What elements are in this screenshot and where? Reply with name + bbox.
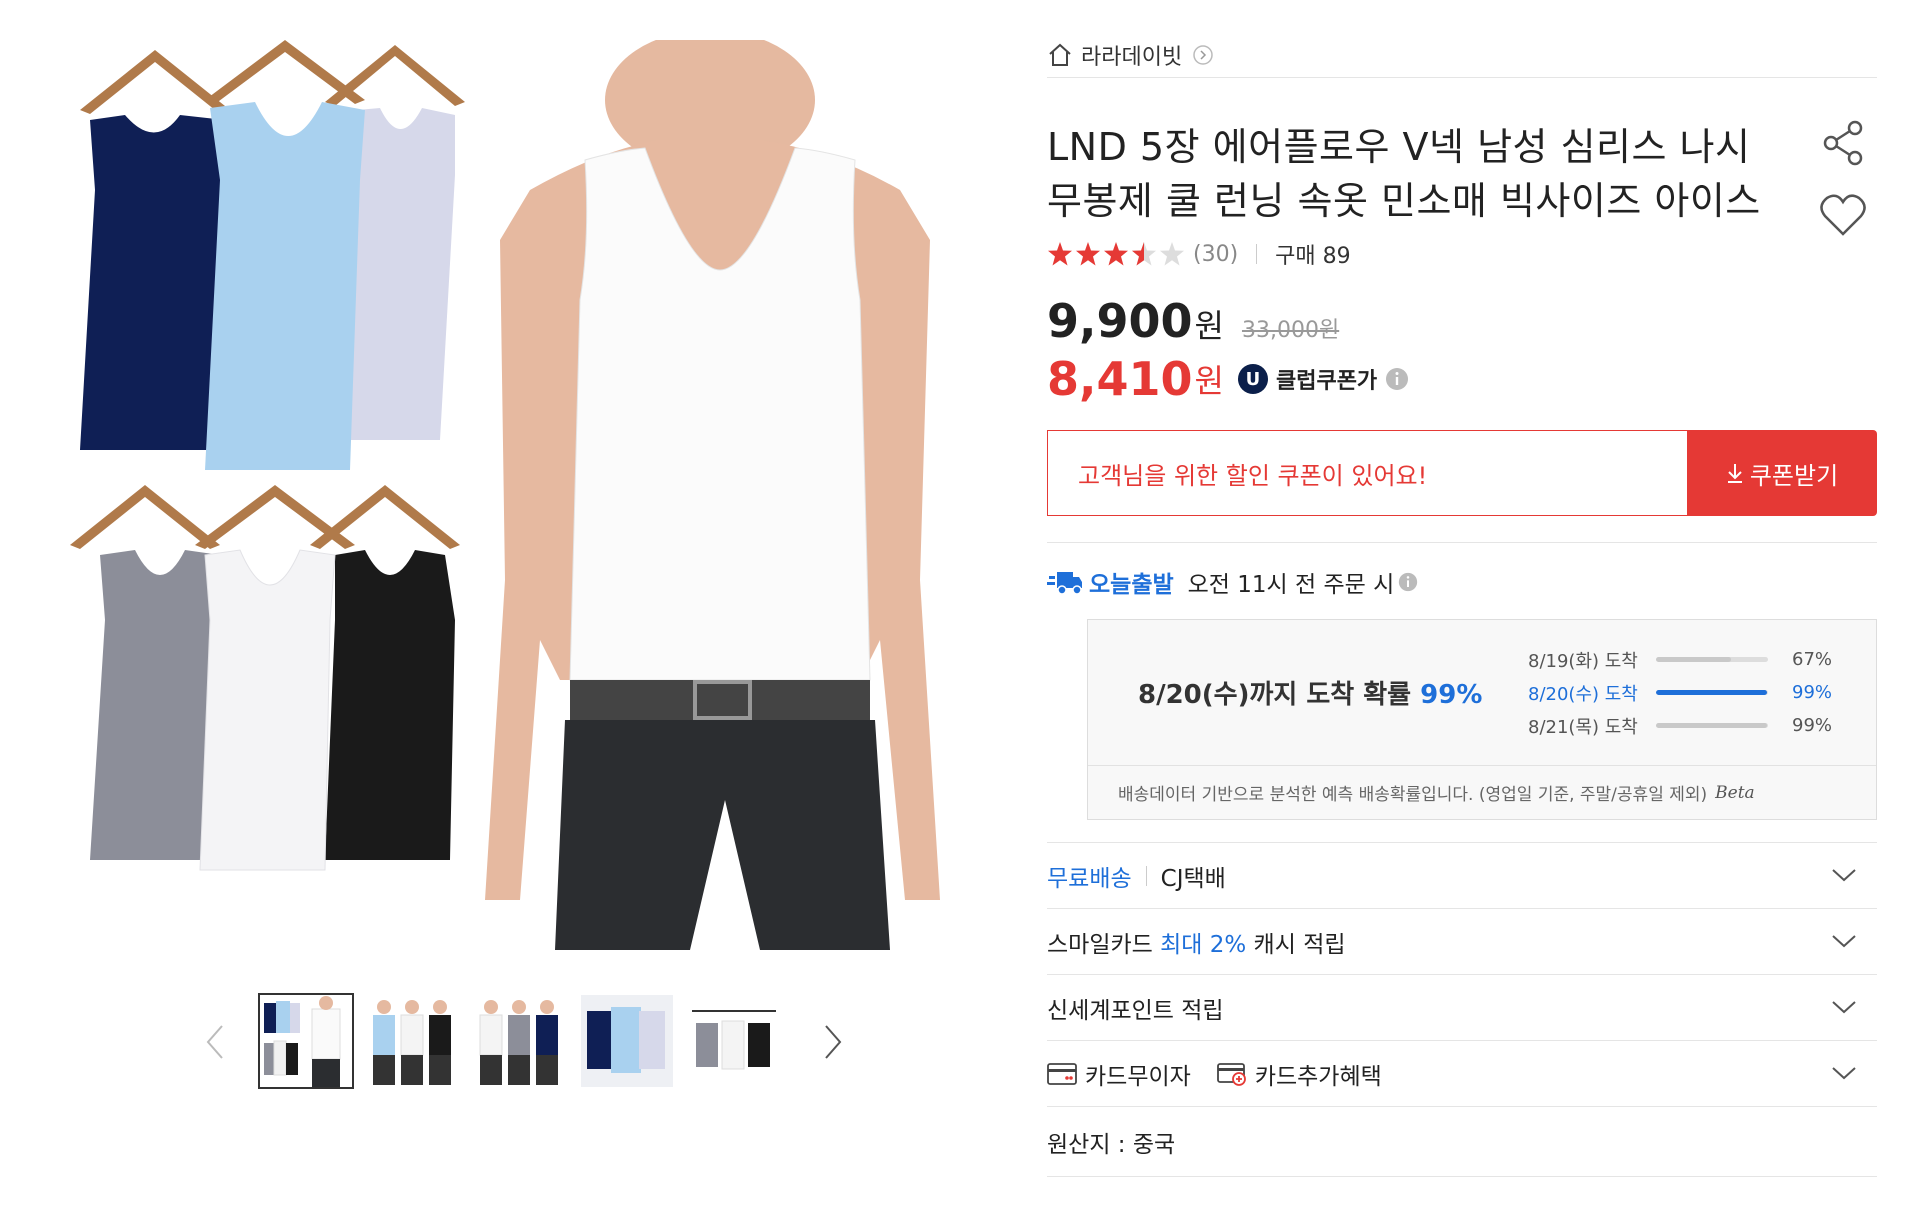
card-plus-icon bbox=[1216, 1062, 1246, 1086]
probability-note: 배송데이터 기반으로 분석한 예측 배송확률입니다. (영업일 기준, 주말/공… bbox=[1088, 765, 1876, 819]
separator bbox=[1256, 244, 1258, 264]
coupon-price-row: 8,410 원 U 클럽쿠폰가 bbox=[1047, 352, 1877, 406]
probability-bar bbox=[1656, 690, 1768, 695]
club-coupon-price-unit: 원 bbox=[1194, 362, 1224, 400]
download-icon bbox=[1727, 464, 1742, 483]
probability-headline: 8/20(수)까지 도착 확률 99% bbox=[1138, 674, 1528, 711]
probability-bar-fill bbox=[1656, 657, 1732, 662]
separator bbox=[1145, 865, 1147, 886]
store-name: 라라데이빗 bbox=[1081, 44, 1183, 70]
thumbnail[interactable] bbox=[474, 995, 566, 1087]
probability-date: 8/19(화) 도착 bbox=[1528, 650, 1638, 672]
coupon-banner: 고객님을 위한 할인 쿠폰이 있어요! 쿠폰받기 bbox=[1047, 430, 1877, 516]
thumbnail[interactable] bbox=[581, 995, 673, 1087]
smile-card-row[interactable]: 스마일카드 최대 2% 캐시 적립 bbox=[1047, 909, 1877, 975]
country-of-origin: 원산지 : 중국 bbox=[1047, 1107, 1877, 1177]
sale-price-unit: 원 bbox=[1194, 307, 1224, 345]
thumbnail[interactable] bbox=[258, 993, 354, 1089]
star-full-icon bbox=[1104, 242, 1128, 266]
next-image-arrow[interactable] bbox=[818, 1022, 848, 1062]
review-count-link[interactable]: (30) bbox=[1193, 242, 1238, 267]
price-row: 9,900 원 33,000원 bbox=[1047, 294, 1877, 348]
thumbnail-image bbox=[260, 995, 352, 1087]
probability-date: 8/21(목) 도착 bbox=[1528, 716, 1638, 738]
product-info-panel: 라라데이빗 LND 5장 에어플로우 V넥 남성 심리스 나시 무봉제 쿨 런닝… bbox=[1047, 40, 1877, 1177]
star-half-icon bbox=[1132, 242, 1156, 266]
probability-value: 67% bbox=[1792, 649, 1833, 670]
shipping-row[interactable]: 무료배송 CJ택배 bbox=[1047, 843, 1877, 909]
probability-row: 8/19(화) 도착 67% bbox=[1528, 643, 1846, 676]
divider bbox=[1047, 542, 1877, 543]
today-dispatch-label: 오늘출발 bbox=[1089, 572, 1174, 598]
chevron-down-icon bbox=[1832, 1001, 1856, 1014]
star-full-icon bbox=[1048, 242, 1072, 266]
sale-price: 9,900 bbox=[1047, 294, 1193, 348]
product-photo bbox=[70, 40, 940, 950]
original-price: 33,000원 bbox=[1241, 318, 1340, 343]
courier-name: CJ택배 bbox=[1160, 865, 1226, 892]
smile-card-suffix: 캐시 적립 bbox=[1246, 931, 1346, 958]
probability-bar bbox=[1656, 723, 1768, 728]
chevron-down-icon bbox=[1832, 935, 1856, 948]
thumbnail-image bbox=[367, 995, 459, 1087]
club-coupon-label: 클럽쿠폰가 bbox=[1275, 369, 1378, 394]
star-full-icon bbox=[1076, 242, 1100, 266]
thumbnail[interactable] bbox=[688, 995, 780, 1087]
star-rating bbox=[1047, 241, 1187, 267]
product-title: LND 5장 에어플로우 V넥 남성 심리스 나시 무봉제 쿨 런닝 속옷 민소… bbox=[1047, 125, 1761, 223]
thumbnail-image bbox=[581, 995, 673, 1087]
shinsegae-point-row[interactable]: 신세계포인트 적립 bbox=[1047, 975, 1877, 1041]
purchase-count: 구매 89 bbox=[1275, 244, 1351, 269]
probability-row: 8/20(수) 도착 99% bbox=[1528, 676, 1846, 709]
thumbnail-image bbox=[688, 995, 780, 1087]
probability-note-text: 배송데이터 기반으로 분석한 예측 배송확률입니다. (영업일 기준, 주말/공… bbox=[1118, 785, 1708, 805]
smile-card-highlight: 최대 2% bbox=[1160, 931, 1247, 958]
beta-label: Beta bbox=[1715, 782, 1755, 803]
probability-value: 99% bbox=[1792, 715, 1833, 736]
prev-image-arrow[interactable] bbox=[200, 1022, 230, 1062]
coupon-message: 고객님을 위한 할인 쿠폰이 있어요! bbox=[1047, 430, 1687, 516]
probability-bar-fill bbox=[1656, 690, 1767, 695]
today-dispatch-row: 오늘출발 오전 11시 전 주문 시 bbox=[1047, 565, 1877, 599]
main-product-image[interactable] bbox=[60, 40, 980, 950]
chevron-down-icon bbox=[1832, 869, 1856, 882]
get-coupon-button[interactable]: 쿠폰받기 bbox=[1687, 430, 1877, 516]
truck-icon bbox=[1047, 572, 1082, 595]
thumbnail-image bbox=[474, 995, 566, 1087]
info-icon[interactable] bbox=[1385, 367, 1409, 391]
probability-bar-fill bbox=[1656, 723, 1767, 728]
probability-headline-text: 8/20(수)까지 도착 확률 bbox=[1138, 680, 1421, 710]
thumbnail[interactable] bbox=[367, 995, 459, 1087]
dispatch-cutoff: 오전 11시 전 주문 시 bbox=[1187, 572, 1395, 598]
share-icon[interactable] bbox=[1821, 120, 1867, 166]
store-link[interactable]: 라라데이빗 bbox=[1047, 40, 1877, 78]
thumbnail-list bbox=[258, 993, 795, 1089]
chevron-down-icon bbox=[1832, 1067, 1856, 1080]
chevron-right-circle-icon bbox=[1193, 44, 1213, 65]
chevron-left-icon bbox=[206, 1025, 223, 1059]
smile-card-prefix: 스마일카드 bbox=[1047, 931, 1161, 958]
probability-row: 8/21(목) 도착 99% bbox=[1528, 709, 1846, 742]
chevron-right-icon bbox=[825, 1025, 842, 1059]
probability-headline-pct: 99% bbox=[1420, 680, 1483, 710]
club-u-badge: U bbox=[1237, 364, 1268, 394]
get-coupon-label: 쿠폰받기 bbox=[1749, 461, 1839, 490]
card-extra-benefit-label: 카드추가혜택 bbox=[1254, 1063, 1382, 1090]
probability-date: 8/20(수) 도착 bbox=[1528, 683, 1638, 705]
credit-card-icon bbox=[1047, 1062, 1077, 1085]
probability-bar bbox=[1656, 657, 1768, 662]
club-coupon-price: 8,410 bbox=[1047, 352, 1193, 406]
card-benefit-row[interactable]: 카드무이자 카드추가혜택 bbox=[1047, 1041, 1877, 1107]
home-icon bbox=[1049, 43, 1071, 66]
card-interest-free-label: 카드무이자 bbox=[1085, 1063, 1191, 1090]
free-shipping-label: 무료배송 bbox=[1047, 865, 1132, 892]
rating-row: (30) 구매 89 bbox=[1047, 238, 1877, 270]
info-icon[interactable] bbox=[1398, 572, 1418, 592]
probability-bars: 8/19(화) 도착 67% 8/20(수) 도착 99% 8/21(목) 도착… bbox=[1528, 643, 1846, 742]
heart-icon[interactable] bbox=[1819, 192, 1867, 238]
shinsegae-point-label: 신세계포인트 적립 bbox=[1047, 997, 1224, 1024]
probability-value: 99% bbox=[1792, 682, 1833, 703]
star-empty-icon bbox=[1160, 242, 1184, 266]
delivery-probability-box: 8/20(수)까지 도착 확률 99% 8/19(화) 도착 67% 8/20(… bbox=[1087, 619, 1877, 820]
